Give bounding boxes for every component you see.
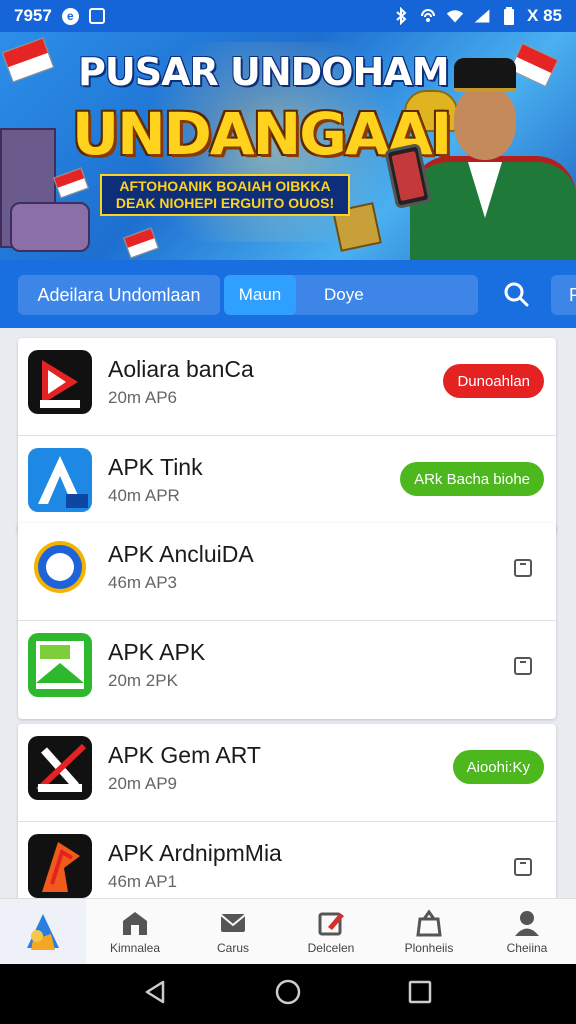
tab-bar: Maun Doye <box>224 275 478 315</box>
banner-title-line1: PUSAR UNDOHAM <box>78 50 450 94</box>
status-time: 7957 <box>14 6 52 25</box>
app-name: Aoliara banCa <box>108 356 254 382</box>
app-name: APK ArdnipmMia <box>108 840 282 866</box>
profile-icon <box>512 909 542 937</box>
apk-action-button[interactable]: Aioohi:Ky <box>452 750 544 784</box>
recents-icon[interactable] <box>407 979 433 1010</box>
signal-icon <box>473 7 491 25</box>
nav-store[interactable]: Kimnalea <box>86 899 184 964</box>
download-button[interactable]: Dunoahlan <box>443 364 544 398</box>
toolbar-more-button[interactable]: P <box>551 275 576 315</box>
app-name: APK AncluiDA <box>108 541 254 567</box>
apk-red-arrow-icon <box>28 350 92 414</box>
bag-icon <box>414 908 444 937</box>
back-icon[interactable] <box>143 979 169 1010</box>
app-toolbar: Adeilara Undomlaan Maun Doye P <box>0 260 576 328</box>
bottom-navigation: Kimnalea Carus Delcelen Plonheiis Cheiin… <box>0 898 576 964</box>
promo-banner[interactable]: PUSAR UNDOHAM UNDANGAAI AFTOHOANIK BOAIA… <box>0 32 576 260</box>
app-list: Aoliara banCa 20m AP6 Dunoahlan APK Tink… <box>0 328 576 898</box>
nav-edit[interactable]: Delcelen <box>282 899 380 964</box>
select-checkbox[interactable] <box>514 559 532 577</box>
app-name: APK Tink <box>108 454 203 480</box>
app-size: 46m AP1 <box>108 872 177 891</box>
flag-illustration <box>53 167 89 199</box>
mail-icon <box>218 909 248 937</box>
car-illustration <box>10 202 90 252</box>
tab-doye[interactable]: Doye <box>296 275 380 315</box>
select-checkbox[interactable] <box>514 858 532 876</box>
nav-label: Plonheiis <box>404 940 454 955</box>
list-item[interactable]: APK Gem ART 20m AP9 Aioohi:Ky <box>18 724 556 822</box>
nav-bag[interactable]: Plonheiis <box>380 899 478 964</box>
nav-label: Carus <box>216 940 249 955</box>
battery-icon <box>500 7 518 25</box>
banner-subtitle-line1: AFTOHOANIK BOAIAH OIBKKA <box>119 178 331 194</box>
app-size: 40m APR <box>108 486 180 505</box>
list-item[interactable]: APK ArdnipmMia 46m AP1 <box>18 822 556 898</box>
bluetooth-icon <box>392 7 410 25</box>
circle-logo-icon <box>28 535 92 599</box>
black-slash-icon <box>28 736 92 800</box>
nav-profile[interactable]: Cheiina <box>478 899 576 964</box>
presenter-cap <box>454 58 516 92</box>
presenter-face <box>454 86 516 160</box>
app-size: 20m 2PK <box>108 671 178 690</box>
nfc-icon <box>419 7 437 25</box>
toolbar-title[interactable]: Adeilara Undomlaan <box>18 275 220 315</box>
app-notification-icon: e <box>61 7 79 25</box>
nav-label: Kimnalea <box>109 940 161 955</box>
apk-blue-a-icon <box>28 448 92 512</box>
app-name: APK Gem ART <box>108 742 261 768</box>
presenter-illustration <box>384 52 576 260</box>
wifi-icon <box>446 7 464 25</box>
app-card: Aoliara banCa 20m AP6 Dunoahlan APK Tink… <box>18 338 556 534</box>
apk-action-button[interactable]: ARk Bacha biohe <box>400 462 544 496</box>
banner-subtitle: AFTOHOANIK BOAIAH OIBKKA DEAK NIOHEPI ER… <box>100 174 350 216</box>
tab-main[interactable]: Maun <box>224 275 296 315</box>
select-checkbox[interactable] <box>514 657 532 675</box>
app-size: 20m AP9 <box>108 774 177 793</box>
list-item[interactable]: APK Tink 40m APR ARk Bacha biohe <box>18 436 556 534</box>
list-item[interactable]: APK APK 20m 2PK <box>18 621 556 719</box>
app-card: APK Gem ART 20m AP9 Aioohi:Ky APK Ardnip… <box>18 724 556 898</box>
search-icon[interactable] <box>492 272 540 316</box>
green-map-icon <box>28 633 92 697</box>
banner-subtitle-line2: DEAK NIOHEPI ERGUITO OUOS! <box>115 195 335 211</box>
app-size: 46m AP3 <box>108 573 177 592</box>
list-item[interactable]: APK AncluiDA 46m AP3 <box>18 523 556 621</box>
app-name: APK APK <box>108 639 206 665</box>
app-size: 20m AP6 <box>108 388 177 407</box>
edit-icon <box>316 909 346 937</box>
image-notification-icon <box>88 8 105 24</box>
status-bar: 7957 e X 85 <box>0 0 576 32</box>
flag-illustration <box>1 37 55 83</box>
home-icon[interactable] <box>274 978 302 1011</box>
system-navigation <box>0 964 576 1024</box>
nav-label: Delcelen <box>307 940 355 955</box>
nav-label: Cheiina <box>506 940 548 955</box>
orange-p-icon <box>28 834 92 898</box>
nav-home[interactable] <box>0 899 86 964</box>
app-logo-icon <box>21 910 65 954</box>
app-card: APK AncluiDA 46m AP3 APK APK 20m 2PK <box>18 523 556 719</box>
list-item[interactable]: Aoliara banCa 20m AP6 Dunoahlan <box>18 338 556 436</box>
status-right-text: X 85 <box>527 6 562 25</box>
nav-mail[interactable]: Carus <box>184 899 282 964</box>
store-icon <box>120 909 150 937</box>
